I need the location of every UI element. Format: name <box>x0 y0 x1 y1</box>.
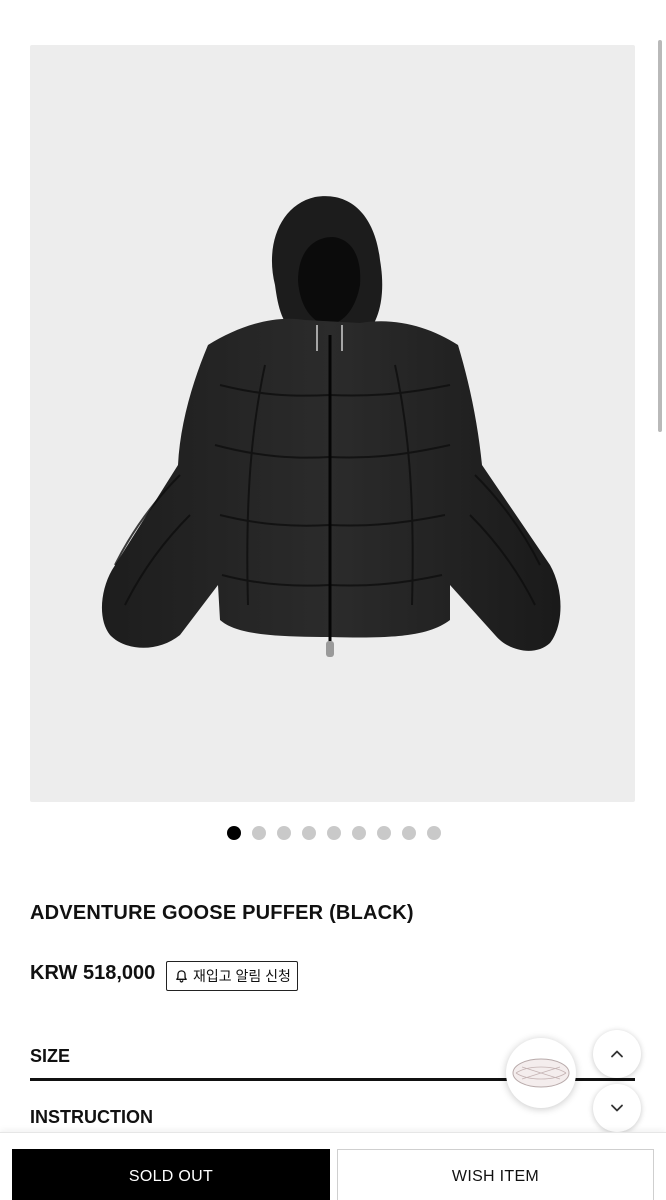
page-scrollbar[interactable] <box>658 40 662 432</box>
gallery-dot[interactable] <box>402 826 416 840</box>
product-image-gallery[interactable] <box>30 45 635 802</box>
product-thumbnail-button[interactable] <box>506 1038 576 1108</box>
gallery-dot[interactable] <box>327 826 341 840</box>
gallery-pagination <box>0 826 666 840</box>
scroll-down-button[interactable] <box>593 1084 641 1132</box>
accordion-size[interactable]: SIZE <box>30 1046 70 1067</box>
chevron-down-icon <box>611 1104 623 1112</box>
gallery-dot[interactable] <box>427 826 441 840</box>
accordion-instruction[interactable]: INSTRUCTION <box>30 1107 153 1128</box>
scroll-up-button[interactable] <box>593 1030 641 1078</box>
gallery-dot[interactable] <box>252 826 266 840</box>
product-price: KRW 518,000 <box>30 962 156 984</box>
gallery-dot[interactable] <box>227 826 241 840</box>
gallery-dot[interactable] <box>377 826 391 840</box>
restock-alert-button[interactable]: 재입고 알림 신청 <box>166 961 298 991</box>
product-image <box>101 196 561 657</box>
product-title: ADVENTURE GOOSE PUFFER (BLACK) <box>30 902 414 924</box>
wish-item-button[interactable]: WISH ITEM <box>337 1149 654 1200</box>
sold-out-button[interactable]: SOLD OUT <box>12 1149 330 1200</box>
chevron-up-icon <box>611 1050 623 1058</box>
gallery-dot[interactable] <box>302 826 316 840</box>
product-thumbnail <box>512 1058 570 1088</box>
purchase-action-bar: SOLD OUT WISH ITEM <box>0 1132 666 1200</box>
bell-icon <box>176 969 187 983</box>
gallery-dot[interactable] <box>352 826 366 840</box>
gallery-dot[interactable] <box>277 826 291 840</box>
restock-alert-label: 재입고 알림 신청 <box>193 968 291 984</box>
